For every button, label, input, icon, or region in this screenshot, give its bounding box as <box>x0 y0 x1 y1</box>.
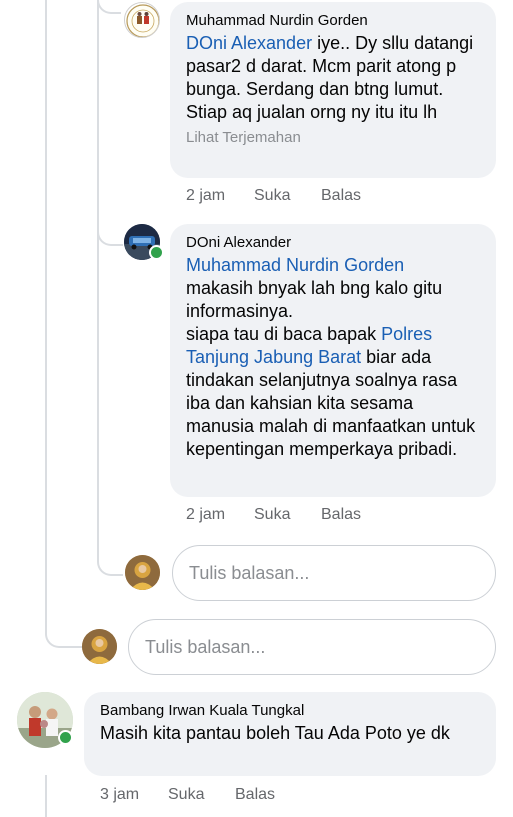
like-button[interactable]: Suka <box>168 786 235 804</box>
comment-time[interactable]: 2 jam <box>186 506 254 524</box>
comment-bubble-muhammad: Muhammad Nurdin Gorden DOni Alexander iy… <box>170 2 496 178</box>
thread-curve-inner <box>97 540 123 576</box>
thread-curve-mid <box>97 210 123 246</box>
reply-input-placeholder: Tulis balasan... <box>145 636 266 657</box>
reply-input[interactable]: Tulis balasan... <box>128 619 496 675</box>
reply-button[interactable]: Balas <box>321 187 361 205</box>
comment-text: DOni Alexander iye.. Dy sllu datangi pas… <box>186 33 474 122</box>
thread-curve-outer <box>45 600 83 648</box>
comment-author[interactable]: Bambang Irwan Kuala Tungkal <box>100 701 480 720</box>
avatar-current-user <box>82 629 117 664</box>
thread-line-inner <box>97 0 99 555</box>
comment-actions: 2 jam Suka Balas <box>186 187 361 205</box>
thread-curve-top <box>97 0 121 14</box>
mention-link[interactable]: Muhammad Nurdin Gorden <box>186 254 480 277</box>
like-button[interactable]: Suka <box>254 506 321 524</box>
reply-button[interactable]: Balas <box>235 786 275 804</box>
online-status-indicator <box>149 245 164 260</box>
comment-time[interactable]: 2 jam <box>186 187 254 205</box>
current-user-photo-icon <box>82 629 117 664</box>
comment-bubble-bambang: Bambang Irwan Kuala Tungkal Masih kita p… <box>84 692 496 776</box>
online-status-indicator <box>58 730 73 745</box>
thread-line-bottom <box>45 775 47 817</box>
avatar-muhammad[interactable] <box>124 2 160 38</box>
reply-button[interactable]: Balas <box>321 506 361 524</box>
comment-author[interactable]: Muhammad Nurdin Gorden <box>186 11 480 30</box>
mention-link[interactable]: DOni Alexander <box>186 33 312 53</box>
comment-bubble-doni: DOni Alexander Muhammad Nurdin Gorden ma… <box>170 224 496 497</box>
avatar-current-user <box>125 555 160 590</box>
comment-actions: 2 jam Suka Balas <box>186 506 361 524</box>
reply-input[interactable]: Tulis balasan... <box>172 545 496 601</box>
current-user-photo-icon <box>125 555 160 590</box>
see-translation-link[interactable]: Lihat Terjemahan <box>186 128 480 148</box>
profile-photo-logo-icon <box>126 4 159 37</box>
comment-author[interactable]: DOni Alexander <box>186 233 480 252</box>
comment-time[interactable]: 3 jam <box>100 786 168 804</box>
thread-line-outer <box>45 0 47 620</box>
comment-text: Muhammad Nurdin Gorden makasih bnyak lah… <box>186 254 480 461</box>
comment-actions: 3 jam Suka Balas <box>100 786 275 804</box>
comment-text: Masih kita pantau boleh Tau Ada Poto ye … <box>100 723 450 743</box>
reply-input-placeholder: Tulis balasan... <box>189 562 310 583</box>
like-button[interactable]: Suka <box>254 187 321 205</box>
